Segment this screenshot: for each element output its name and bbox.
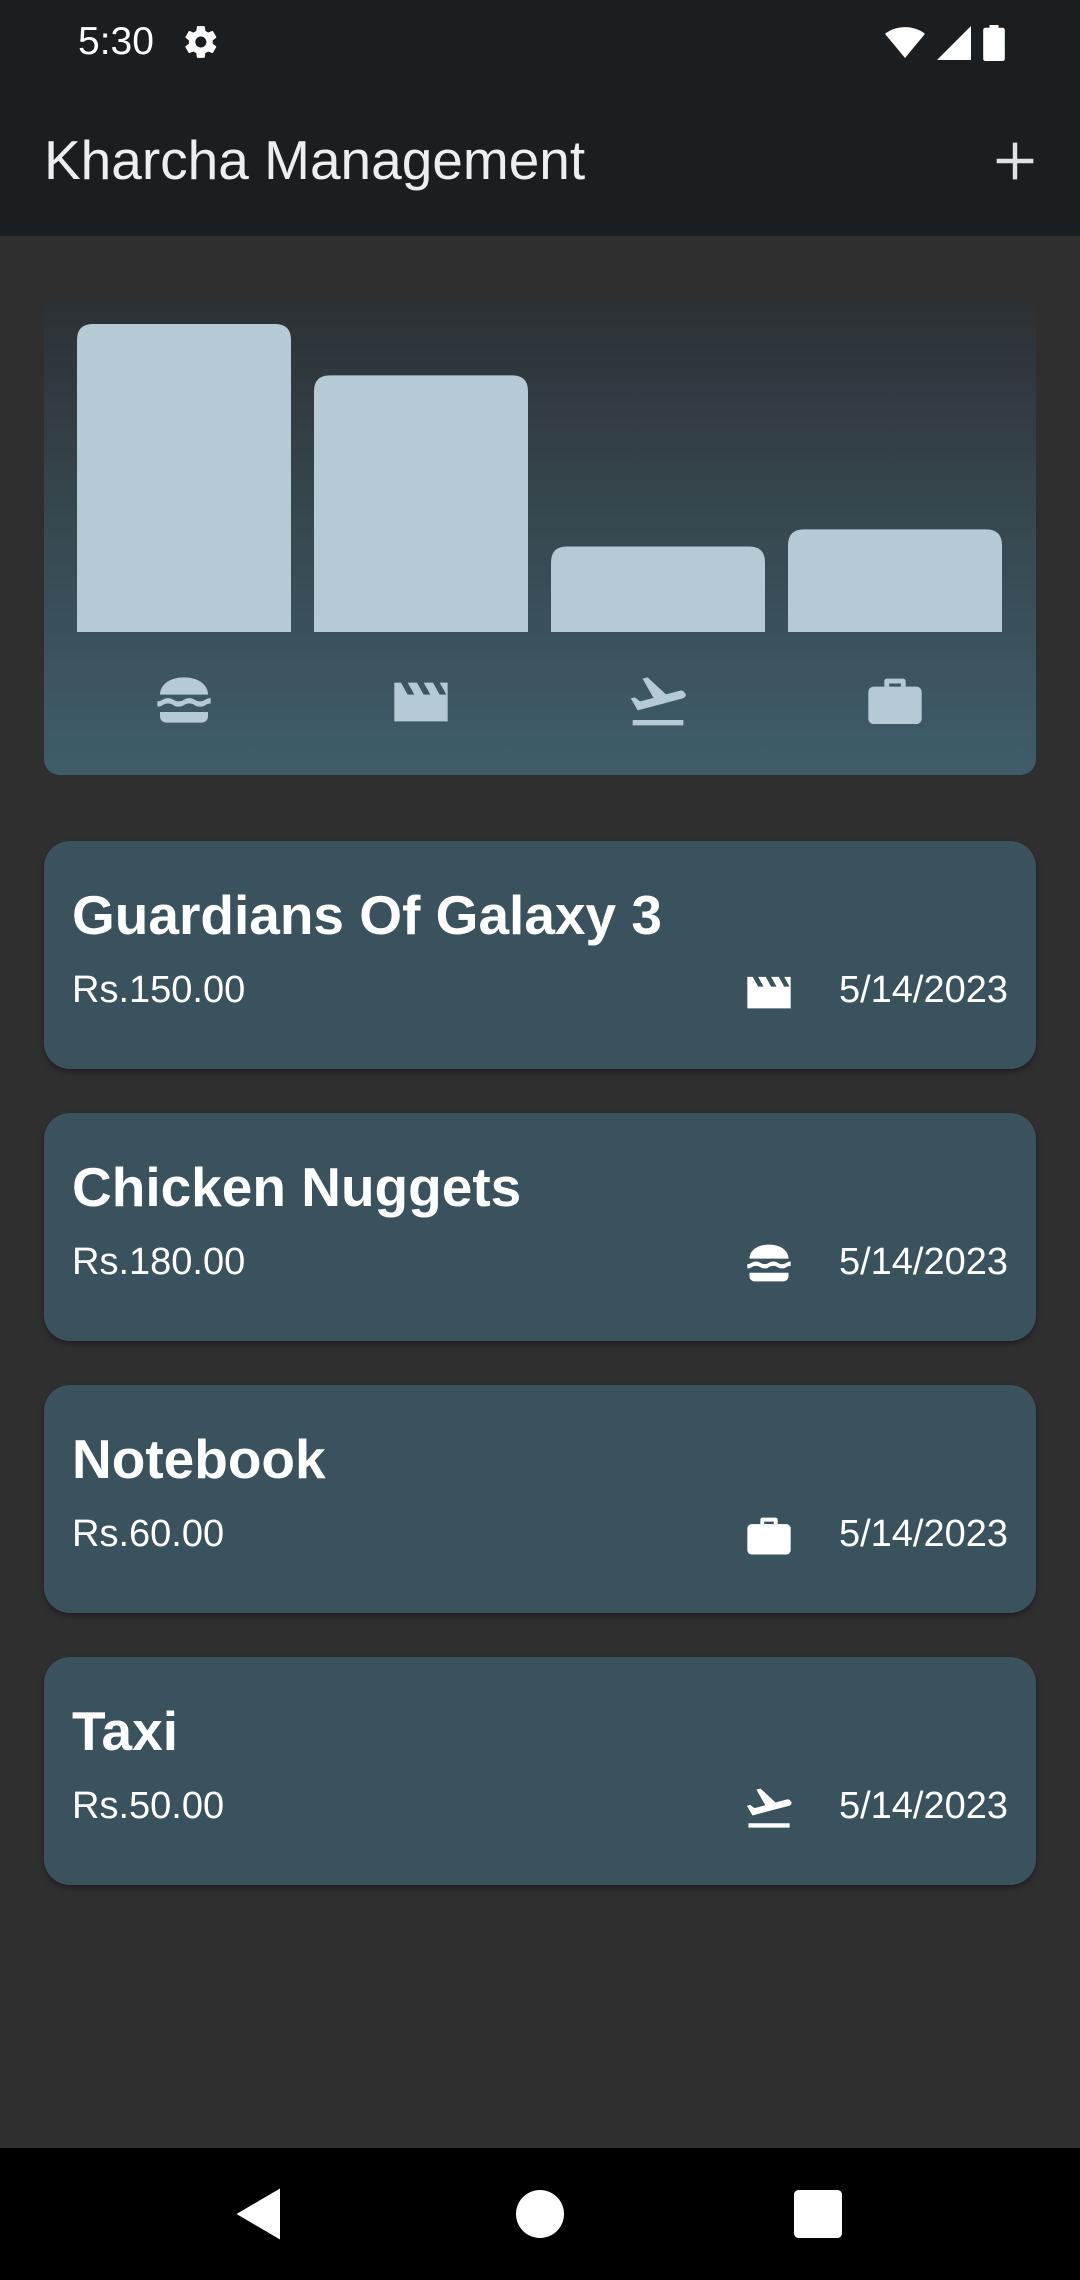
recents-icon[interactable] [782, 2178, 854, 2250]
expense-amount: Rs.50.00 [72, 1785, 225, 1827]
plus-icon [996, 142, 1034, 180]
expense-date: 5/14/2023 [838, 1241, 1008, 1283]
navigation-bar [0, 2148, 1080, 2280]
clapperboard-icon [394, 682, 448, 722]
status-bar: 5:30 [0, 0, 1080, 88]
expense-card[interactable]: Taxi Rs.50.00 5/14/2023 [44, 1657, 1036, 1885]
expense-category-icon [740, 1237, 798, 1289]
burger-icon [747, 1244, 791, 1282]
briefcase-icon [747, 1517, 791, 1555]
settings-icon [185, 26, 217, 58]
signal-icon [937, 26, 971, 60]
app-bar: Kharcha Management [0, 88, 1080, 236]
expense-card[interactable]: Notebook Rs.60.00 5/14/2023 [44, 1385, 1036, 1613]
status-time: 5:30 [78, 20, 154, 63]
briefcase-icon [868, 678, 922, 724]
expense-category-icon [740, 1509, 798, 1561]
expense-title: Notebook [72, 1428, 326, 1490]
expense-chart [44, 298, 1036, 775]
expense-title: Taxi [72, 1700, 178, 1762]
chart-bar-movie [314, 375, 528, 632]
expense-date: 5/14/2023 [838, 1785, 1008, 1827]
expense-amount: Rs.180.00 [72, 1241, 246, 1283]
burger-icon [157, 677, 211, 723]
expense-amount: Rs.150.00 [72, 969, 246, 1011]
expense-amount: Rs.60.00 [72, 1513, 225, 1555]
back-icon[interactable] [223, 2178, 295, 2250]
expense-card[interactable]: Guardians Of Galaxy 3 Rs.150.00 5/14/2023 [44, 841, 1036, 1069]
chart-bar-travel [551, 546, 765, 632]
chart-bar-work [788, 529, 1002, 632]
wifi-icon [885, 27, 925, 58]
flight-takeoff-icon [630, 677, 686, 726]
expense-date: 5/14/2023 [838, 969, 1008, 1011]
expense-card[interactable]: Chicken Nuggets Rs.180.00 5/14/2023 [44, 1113, 1036, 1341]
bar-chart [77, 324, 1002, 726]
expense-category-icon [740, 965, 798, 1017]
expense-title: Chicken Nuggets [72, 1156, 522, 1218]
status-icons [885, 23, 1005, 63]
chart-bar-food [77, 324, 291, 632]
flight-takeoff-icon [746, 1788, 792, 1828]
battery-icon [983, 25, 1005, 61]
expense-category-icon [740, 1781, 798, 1833]
add-expense-button[interactable] [980, 126, 1050, 196]
app-title: Kharcha Management [44, 129, 586, 191]
home-icon[interactable] [504, 2178, 576, 2250]
clapperboard-icon [747, 976, 791, 1009]
expense-title: Guardians Of Galaxy 3 [72, 884, 662, 946]
expense-date: 5/14/2023 [838, 1513, 1008, 1555]
